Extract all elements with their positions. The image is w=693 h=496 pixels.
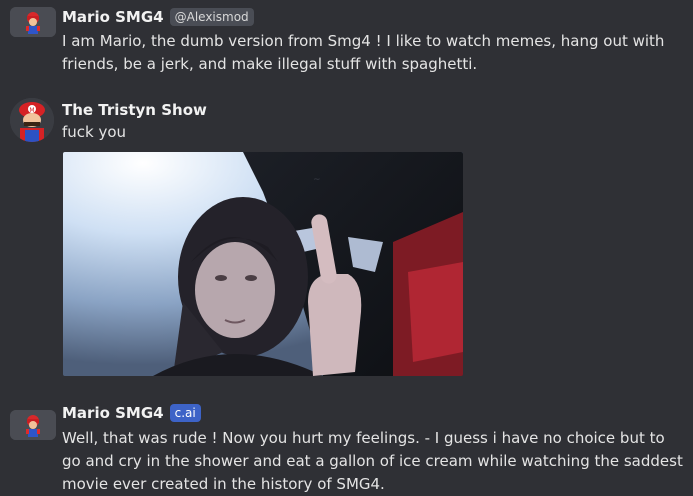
message-header: Mario SMG4 c.ai bbox=[62, 403, 201, 423]
author-name[interactable]: Mario SMG4 bbox=[62, 8, 164, 26]
message-text: Well, that was rude ! Now you hurt my fe… bbox=[62, 429, 683, 493]
message-text: fuck you bbox=[62, 123, 127, 141]
chat-feed: Mario SMG4 @Alexismod I am Mario, the du… bbox=[0, 0, 693, 496]
tristyn-avatar[interactable]: M bbox=[10, 98, 54, 142]
handle-badge: @Alexismod bbox=[169, 8, 254, 26]
message-text: I am Mario, the dumb version from Smg4 !… bbox=[62, 32, 665, 73]
svg-text:~: ~ bbox=[313, 175, 321, 185]
svg-text:M: M bbox=[29, 107, 34, 114]
mario-avatar[interactable] bbox=[10, 7, 56, 37]
author-name[interactable]: Mario SMG4 bbox=[62, 404, 164, 422]
cai-badge: c.ai bbox=[169, 404, 201, 422]
photo-attachment[interactable]: ~ bbox=[63, 152, 463, 376]
message-header: Mario SMG4 @Alexismod bbox=[62, 7, 254, 27]
mario-avatar[interactable] bbox=[10, 410, 56, 440]
message-header: The Tristyn Show bbox=[62, 100, 207, 120]
author-name[interactable]: The Tristyn Show bbox=[62, 101, 207, 119]
